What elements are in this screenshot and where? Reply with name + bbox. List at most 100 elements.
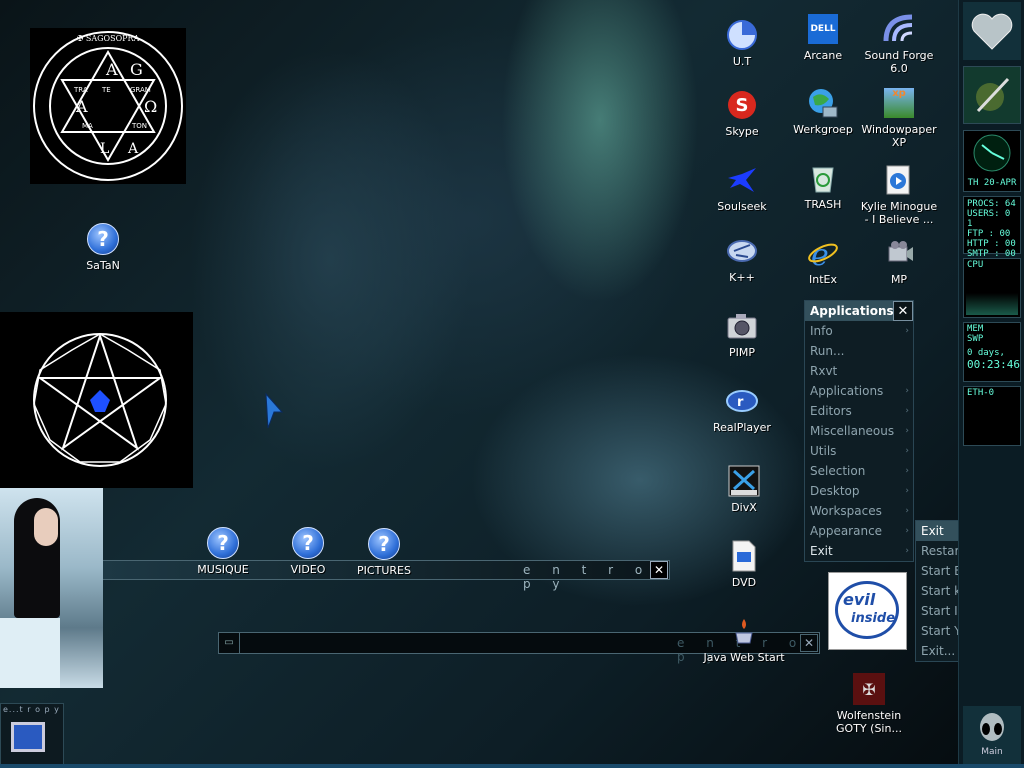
http-text: HTTP : 00 — [967, 239, 1016, 249]
uptime-time: 00:23:46 — [967, 358, 1020, 371]
taskbar-item[interactable]: e...t r o p y — [0, 703, 64, 765]
submenu-arrow-icon: › — [905, 526, 909, 536]
desktop-icon-ut[interactable]: U.T — [701, 18, 783, 68]
desktop-icon-kpp[interactable]: K++ — [701, 234, 783, 284]
submenu-arrow-icon: › — [905, 446, 909, 456]
menu-item-miscellaneous[interactable]: Miscellaneous › — [805, 421, 913, 441]
menu-item-exit[interactable]: Exit › — [805, 541, 913, 561]
mouse-cursor-icon — [265, 392, 284, 429]
svg-text:G: G — [130, 60, 143, 79]
desktop-icon-skype[interactable]: S Skype — [701, 88, 783, 138]
menu-item-label: Editors — [810, 404, 852, 418]
divx-icon — [728, 465, 760, 497]
submenu-arrow-icon: › — [905, 546, 909, 556]
desktop-icon-java[interactable]: Java Web Start — [703, 614, 785, 664]
icon-label: Kylie Minogue - I Believe ... — [860, 200, 938, 226]
menu-item-editors[interactable]: Editors › — [805, 401, 913, 421]
uptime-days: 0 days, — [967, 348, 1005, 358]
desktop-icon-pictures[interactable]: ? PICTURES — [343, 527, 425, 577]
skype-icon: S — [728, 91, 756, 119]
svg-text:Ω: Ω — [144, 97, 157, 116]
desktop-icon-sound-forge[interactable]: Sound Forge 6.0 — [858, 12, 940, 75]
menu-item-label: Exit — [810, 544, 833, 558]
desktop-icon-windowpaper[interactable]: xp Windowpaper XP — [858, 86, 940, 149]
main-label: Main — [981, 747, 1003, 757]
desktop-icon-arcane[interactable]: DELL Arcane — [782, 12, 864, 62]
desktop-icon-pimp[interactable]: PIMP — [701, 309, 783, 359]
menu-item-appearance[interactable]: Appearance › — [805, 521, 913, 541]
memory-dockapp: MEM SWP 0 days, 00:23:46 — [963, 322, 1021, 382]
desktop-icon-soulseek[interactable]: Soulseek — [701, 163, 783, 213]
svg-text:e: e — [811, 238, 829, 269]
menu-item-utils[interactable]: Utils › — [805, 441, 913, 461]
menu-item-desktop[interactable]: Desktop › — [805, 481, 913, 501]
svg-text:TE: TE — [101, 86, 111, 94]
menu-item-label: Desktop — [810, 484, 860, 498]
close-menu-button[interactable]: ✕ — [893, 301, 913, 321]
desktop-icon-trash[interactable]: TRASH — [782, 161, 864, 211]
video-camera-icon — [888, 241, 913, 262]
close-button[interactable]: ✕ — [650, 561, 668, 579]
internet-explorer-icon: e — [808, 238, 838, 269]
seal-top-text: ✠ SAGOSOPRA — [77, 34, 140, 43]
icon-label: VIDEO — [290, 563, 326, 576]
applications-menu: Applications ✕ Info › Run... Rxvt Applicatio… — [804, 300, 914, 562]
menu-item-rxvt[interactable]: Rxvt — [805, 361, 913, 381]
icon-label: DVD — [731, 576, 757, 589]
menu-item-selection[interactable]: Selection › — [805, 461, 913, 481]
menu-item-applications[interactable]: Applications › — [805, 381, 913, 401]
desktop-icon-werkgroep[interactable]: Werkgroep — [782, 86, 864, 136]
svg-text:A: A — [75, 97, 88, 116]
mem-label: MEM — [967, 324, 984, 334]
menu-item-label: Applications — [810, 384, 884, 398]
ftp-text: FTP : 00 — [967, 229, 1011, 239]
video-file-icon — [732, 540, 756, 572]
logo-text-line1: evil — [843, 590, 876, 609]
menu-item-label: Run... — [810, 344, 845, 358]
desktop-icon-kylie[interactable]: Kylie Minogue - I Believe ... — [858, 163, 940, 226]
svg-text:TRA: TRA — [73, 86, 88, 94]
eth-label: ETH-0 — [967, 388, 995, 398]
quill-dockapp[interactable] — [963, 66, 1021, 124]
heart-dockapp[interactable] — [963, 2, 1021, 60]
desktop-icon-intex[interactable]: e IntEx — [782, 236, 864, 286]
screen-bottom-border — [0, 764, 1024, 768]
desktop-icon-dvd[interactable]: DVD — [703, 539, 785, 589]
close-button[interactable]: ✕ — [800, 634, 818, 652]
enneagram-icon — [33, 332, 167, 467]
submenu-arrow-icon: › — [905, 506, 909, 516]
realplayer-icon: r — [726, 390, 758, 412]
icon-label: PIMP — [728, 346, 755, 359]
svg-text:r: r — [737, 395, 744, 410]
svg-text:A: A — [105, 60, 118, 79]
stats-dockapp: PROCS: 64 USERS: 0 1 FTP : 00 HTTP : 00 … — [963, 196, 1021, 259]
desktop-icon-wolfenstein[interactable]: ✠ Wolfenstein GOTY (Sin... — [828, 672, 910, 735]
help-icon: ? — [207, 527, 239, 559]
desktop-icon-satan[interactable]: ? SaTaN — [62, 222, 144, 272]
desktop-icon-mp[interactable]: MP — [858, 236, 940, 286]
menu-item-run[interactable]: Run... — [805, 341, 913, 361]
monitor-icon — [11, 722, 45, 752]
menu-item-label: Utils — [810, 444, 837, 458]
network-dockapp: ETH-0 — [963, 386, 1021, 446]
icon-label: MUSIQUE — [197, 563, 249, 576]
window-button[interactable]: ▭ — [219, 633, 240, 653]
menu-item-info[interactable]: Info › — [805, 321, 913, 341]
submenu-arrow-icon: › — [905, 466, 909, 476]
menu-item-label: Workspaces — [810, 504, 882, 518]
swp-label: SWP — [967, 334, 984, 344]
portrait-photo — [0, 488, 103, 688]
desktop-icon-musique[interactable]: ? MUSIQUE — [182, 526, 264, 576]
icon-label: Java Web Start — [703, 651, 785, 664]
desktop-icon-divx[interactable]: DivX — [703, 464, 785, 514]
svg-text:L: L — [100, 141, 109, 157]
menu-item-workspaces[interactable]: Workspaces › — [805, 501, 913, 521]
icon-label: IntEx — [809, 273, 837, 286]
desktop-icon-realplayer[interactable]: r RealPlayer — [701, 384, 783, 434]
dockapp-panel: TH 20-APR PROCS: 64 USERS: 0 1 FTP : 00 … — [958, 0, 1024, 768]
k-plus-plus-icon — [727, 240, 757, 262]
alien-main-dockapp[interactable]: Main — [963, 706, 1021, 764]
submenu-arrow-icon: › — [905, 406, 909, 416]
desktop-icon-video[interactable]: ? VIDEO — [267, 526, 349, 576]
icon-label: Windowpaper XP — [861, 123, 937, 149]
